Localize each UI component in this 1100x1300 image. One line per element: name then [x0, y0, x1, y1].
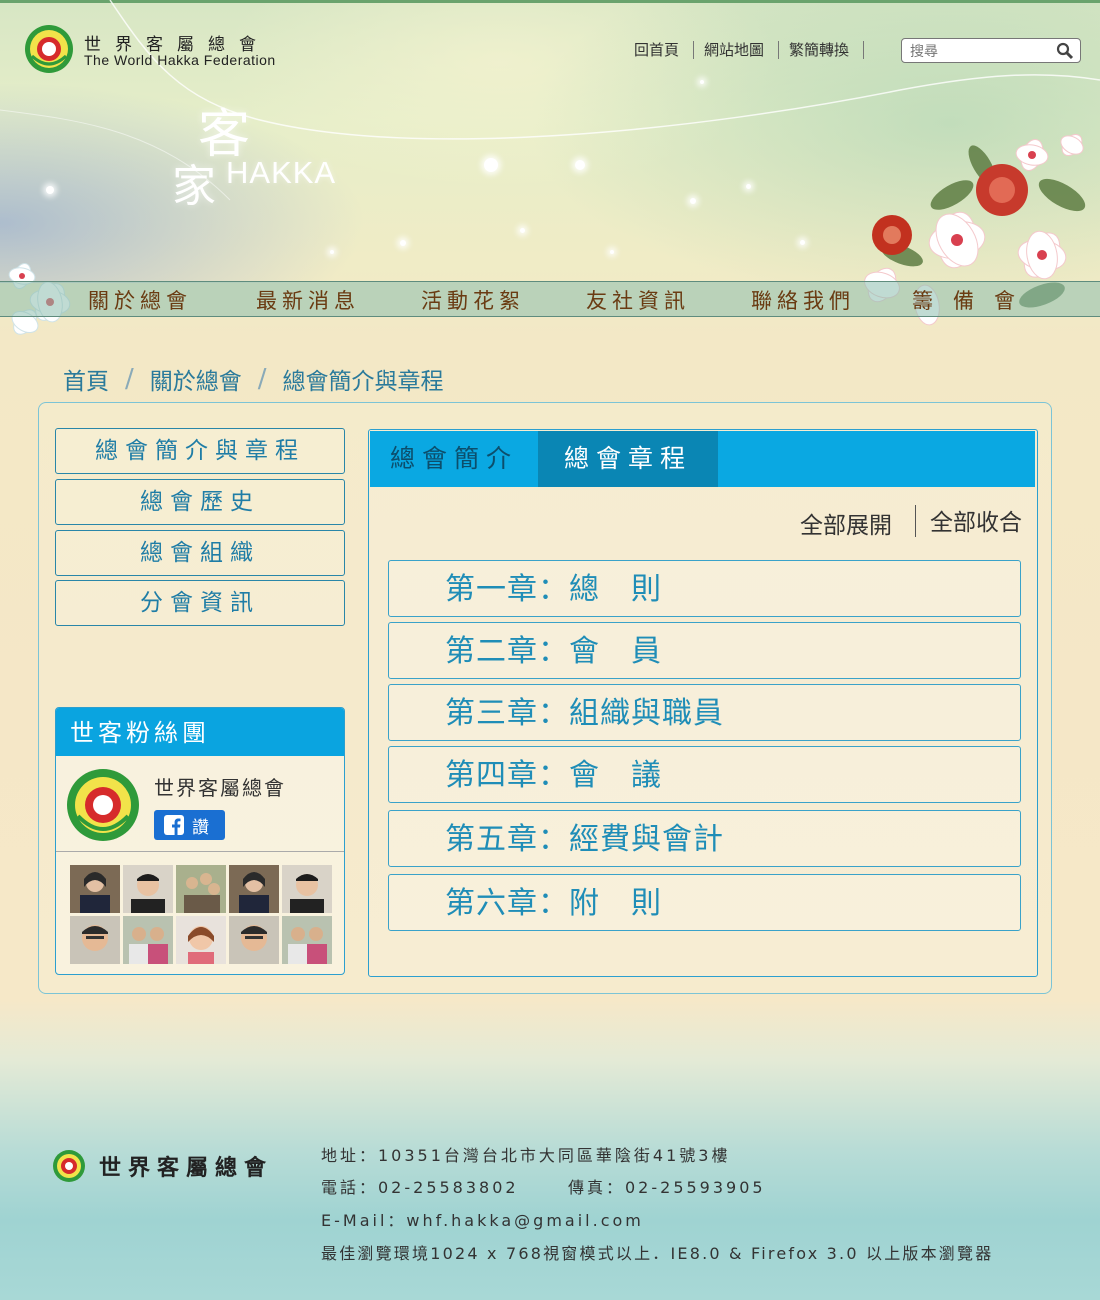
sparkle [484, 158, 498, 172]
sparkle [746, 184, 751, 189]
org-name-en: The World Hakka Federation [84, 52, 276, 68]
facebook-fan-box: 世客粉絲團 世界客屬總會 讚 [55, 707, 345, 975]
nav-partner-info[interactable]: 友社資訊 [586, 285, 690, 315]
banner-hakka-en: HAKKA [226, 155, 337, 190]
chapter-3-accordion[interactable]: 第三章：組織與職員 [388, 684, 1021, 741]
expand-all-button[interactable]: 全部展開 [800, 506, 892, 540]
breadcrumb-separator: / [257, 364, 267, 394]
sitemap-link[interactable]: 網站地圖 [694, 41, 780, 59]
tab-charter[interactable]: 總會章程 [538, 431, 718, 487]
search-icon[interactable] [1056, 42, 1074, 60]
sparkle [330, 250, 334, 254]
footer-phone: 電話：02-25583802 [321, 1178, 519, 1197]
trad-simp-toggle-link[interactable]: 繁簡轉換 [779, 41, 865, 59]
avatar[interactable] [176, 916, 226, 964]
sparkle [690, 198, 696, 204]
expand-collapse-divider [915, 505, 916, 537]
chapter-5-accordion[interactable]: 第五章：經費與會計 [388, 810, 1021, 867]
sidebar-item-organization[interactable]: 總會組織 [55, 530, 345, 576]
top-links: 回首頁 網站地圖 繁簡轉換 [634, 41, 865, 59]
breadcrumb-home[interactable]: 首頁 [63, 362, 109, 396]
banner-hakka-char-2: 家 [172, 161, 216, 212]
avatar[interactable] [123, 916, 173, 964]
avatar[interactable] [70, 865, 120, 913]
nav-preparatory[interactable]: 籌備會 [912, 285, 1035, 315]
chapter-4-accordion[interactable]: 第四章：會 議 [388, 746, 1021, 803]
chapter-6-accordion[interactable]: 第六章：附 則 [388, 874, 1021, 931]
avatar[interactable] [123, 865, 173, 913]
avatar[interactable] [176, 865, 226, 913]
sparkle [700, 80, 704, 84]
like-label: 讚 [192, 817, 209, 838]
breadcrumb-current: 總會簡介與章程 [282, 369, 444, 395]
facebook-like-button[interactable]: 讚 [154, 810, 225, 840]
sidebar-item-history[interactable]: 總會歷史 [55, 479, 345, 525]
footer-email: E-Mail：whf.hakka@gmail.com [321, 1211, 644, 1230]
nav-activities[interactable]: 活動花絮 [421, 285, 525, 315]
tab-introduction[interactable]: 總會簡介 [370, 431, 538, 487]
tung-blossom-flowers-decor [864, 133, 1086, 326]
collapse-all-button[interactable]: 全部收合 [930, 503, 1022, 537]
avatar[interactable] [229, 865, 279, 913]
chapter-2-accordion[interactable]: 第二章：會 員 [388, 622, 1021, 679]
sparkle [520, 228, 525, 233]
nav-about[interactable]: 關於總會 [88, 285, 192, 315]
sparkle [800, 240, 805, 245]
sparkle [575, 160, 585, 170]
fan-page-name[interactable]: 世界客屬總會 [154, 772, 286, 801]
fan-page-logo-icon[interactable] [66, 768, 140, 842]
sidebar-item-intro-charter[interactable]: 總會簡介與章程 [55, 428, 345, 474]
sparkle [400, 240, 406, 246]
nav-contact[interactable]: 聯絡我們 [751, 285, 855, 315]
chapter-1-accordion[interactable]: 第一章：總 則 [388, 560, 1021, 617]
breadcrumb: 首頁 / 關於總會 / 總會簡介與章程 [63, 362, 444, 396]
footer-browser-note: 最佳瀏覽環境1024 x 768視窗模式以上．IE8.0 & Firefox 3… [321, 1244, 994, 1263]
tab-bar: 總會簡介 總會章程 [370, 431, 1035, 487]
footer-fax: 傳真：02-25593905 [568, 1178, 766, 1197]
home-link[interactable]: 回首頁 [634, 41, 695, 59]
avatar[interactable] [229, 916, 279, 964]
breadcrumb-about[interactable]: 關於總會 [150, 362, 242, 396]
main-nav: 關於總會 最新消息 活動花絮 友社資訊 聯絡我們 籌備會 [0, 281, 1100, 317]
footer-org-name: 世界客屬總會 [99, 1155, 274, 1181]
search-box [901, 38, 1081, 63]
federation-logo-icon[interactable] [24, 24, 74, 74]
avatar[interactable] [282, 916, 332, 964]
sparkle [610, 250, 614, 254]
footer-address: 地址：10351台灣台北市大同區華陰街41號3樓 [321, 1146, 731, 1165]
nav-news[interactable]: 最新消息 [256, 285, 360, 315]
search-input[interactable] [908, 40, 1052, 63]
facebook-icon [164, 815, 184, 835]
fan-box-divider [56, 851, 344, 852]
avatar[interactable] [70, 916, 120, 964]
footer-logo-icon [53, 1150, 85, 1182]
fan-box-title: 世客粉絲團 [56, 708, 344, 756]
sparkle [46, 186, 54, 194]
sidebar-item-branches[interactable]: 分會資訊 [55, 580, 345, 626]
avatar[interactable] [282, 865, 332, 913]
breadcrumb-separator: / [125, 364, 134, 394]
fan-avatars [70, 865, 336, 964]
